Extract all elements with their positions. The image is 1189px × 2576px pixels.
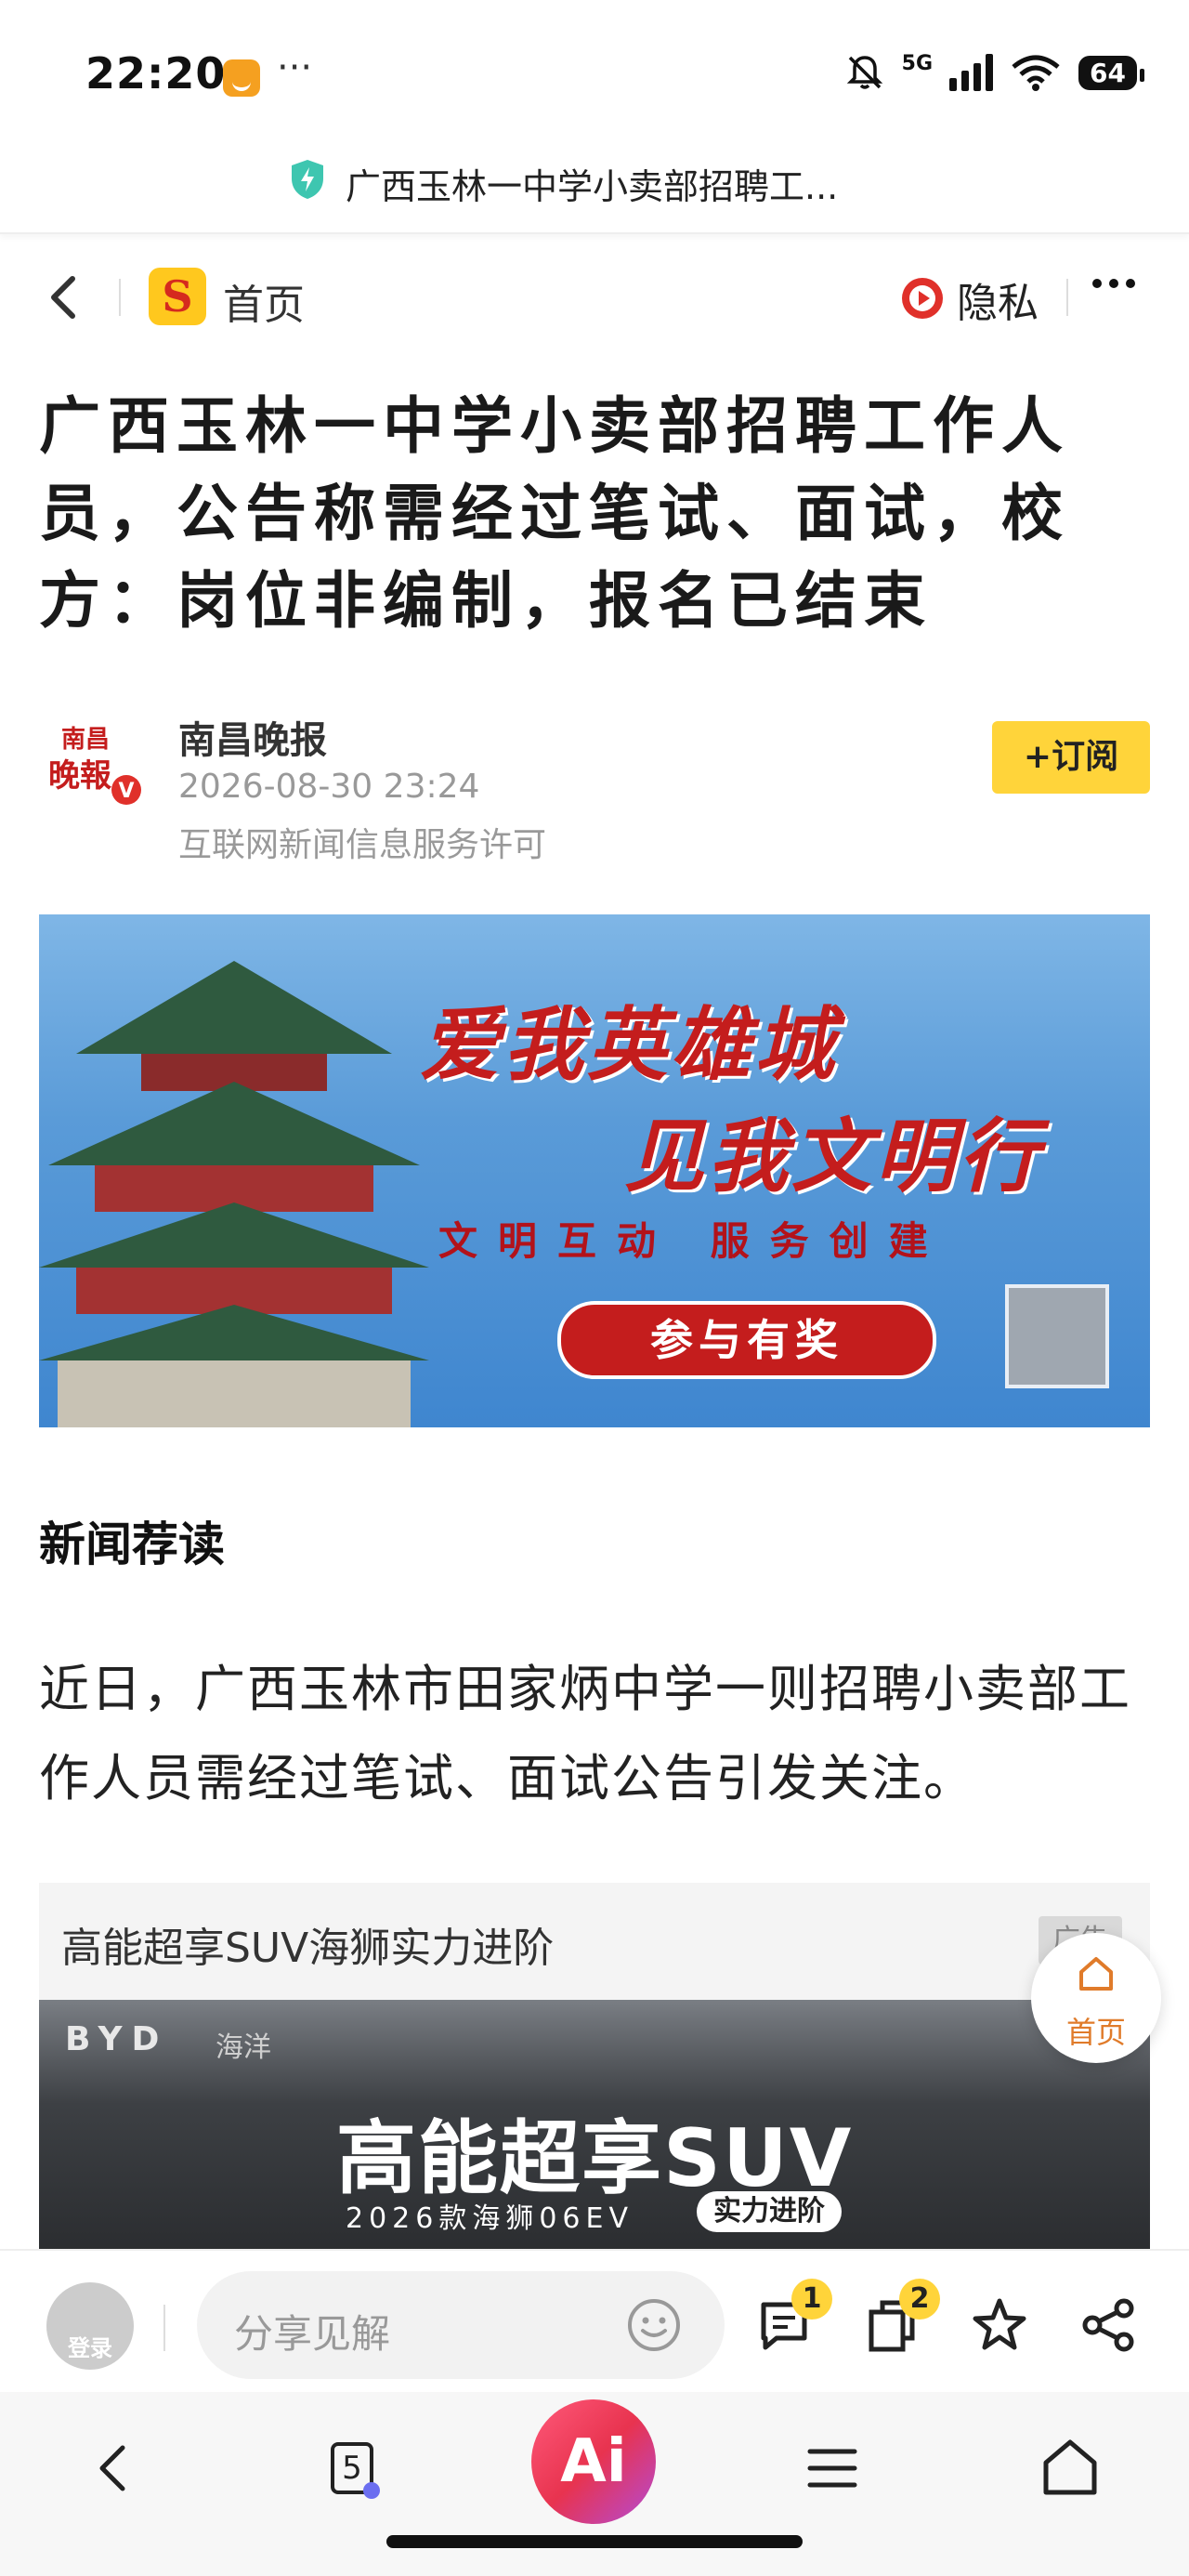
home-icon [1079,1957,1113,1991]
collection-icon[interactable]: 2 [862,2279,940,2355]
network-type-label: 5G [901,51,934,75]
browser-nav-bar: 5 Ai [0,2392,1189,2576]
svg-text:V: V [118,780,134,803]
comment-input[interactable]: 分享见解 [197,2271,725,2379]
ad-brand-sub: 海洋 [216,2031,271,2064]
author-name[interactable]: 南昌晚报 [178,710,327,764]
emoji-icon[interactable] [626,2297,682,2353]
star-icon[interactable] [970,2295,1029,2355]
section-title: 新闻荐读 [39,1518,225,1571]
privacy-link[interactable]: 隐私 [957,269,1039,329]
banner-headline-1: 爱我英雄城 [420,998,838,1092]
license-text: 互联网新闻信息服务许可 [178,826,547,864]
banner-subtitle: 文明互动 服务创建 [438,1218,948,1264]
collection-count-badge: 2 [899,2279,940,2320]
back-chevron-icon[interactable] [45,269,82,325]
app-notification-icon [223,59,260,97]
floating-home-label: 首页 [1065,2015,1126,2050]
back-icon[interactable] [78,2431,152,2505]
share-icon[interactable] [1079,2295,1139,2355]
signal-icon [949,54,994,91]
mute-bell-icon [846,56,882,89]
home-link[interactable]: 首页 [223,271,305,331]
wifi-icon [1012,55,1060,91]
author-avatar[interactable]: 南昌 晚報 V [39,716,141,808]
tabs-button[interactable]: 5 [316,2431,390,2505]
more-options-icon[interactable] [1092,279,1135,288]
banner-participate-button[interactable]: 参与有奖 [557,1301,936,1379]
ad-brand-logo: BYD [65,2020,169,2058]
ad-subline: 2026款海狮06EV [346,2202,634,2235]
clock: 22:20 [85,48,227,99]
banner-headline-2: 见我文明行 [624,1110,1042,1203]
comment-placeholder: 分享见解 [234,2311,391,2357]
status-icons: 5G 64 [844,51,1144,93]
ai-assistant-button[interactable]: Ai [531,2399,656,2524]
comment-count-badge: 1 [791,2279,832,2320]
divider [119,279,121,316]
secure-shield-icon [292,160,323,199]
promo-banner[interactable]: 爱我英雄城 见我文明行 文明互动 服务创建 参与有奖 [39,914,1150,1427]
divider [163,2305,165,2351]
status-bar: 22:20 ··· 5G 64 [0,0,1189,149]
url-bar[interactable]: 广西玉林一中学小卖部招聘工... [0,149,1189,234]
home-icon[interactable] [1033,2431,1107,2505]
comment-bar: 登录 分享见解 1 2 [0,2249,1189,2392]
app-logo-icon[interactable]: S [149,268,206,325]
article-top-nav: S 首页 隐私 [0,242,1189,353]
floating-home-button[interactable]: 首页 [1031,1933,1161,2063]
article-paragraph: 近日，广西玉林市田家炳中学一则招聘小卖部工作人员需经过笔试、面试公告引发关注。 [39,1660,1131,1807]
article-title: 广西玉林一中学小卖部招聘工作人员，公告称需经过笔试、面试，校方：岗位非编制，报名… [39,390,1070,637]
svg-text:晚報: 晚報 [48,757,111,795]
login-avatar[interactable]: 登录 [46,2282,134,2370]
comment-icon[interactable]: 1 [754,2279,832,2355]
ad-image[interactable]: BYD 海洋 高能超享SUV 2026款海狮06EV 实力进阶 [39,2000,1150,2254]
ad-title: 高能超享SUV海狮实力进阶 [61,1925,555,1972]
more-notifications-icon: ··· [277,46,313,89]
ad-card[interactable]: 高能超享SUV海狮实力进阶 广告 BYD 海洋 高能超享SUV 2026款海狮0… [39,1883,1150,2254]
privacy-play-icon[interactable] [899,275,946,322]
battery-indicator: 64 [1078,55,1144,90]
page-url-title: 广西玉林一中学小卖部招聘工... [346,166,839,207]
home-indicator [386,2535,803,2548]
qr-code [1005,1284,1109,1388]
subscribe-button[interactable]: +订阅 [992,721,1150,794]
publish-date: 2026-08-30 23:24 [178,768,480,806]
tabs-count: 5 [342,2450,362,2487]
divider [1066,279,1068,316]
ad-pill: 实力进阶 [697,2191,842,2232]
pavilion-illustration [39,961,429,1427]
menu-icon[interactable] [795,2431,869,2505]
login-label: 登录 [68,2335,112,2361]
svg-text:南昌: 南昌 [61,726,110,754]
